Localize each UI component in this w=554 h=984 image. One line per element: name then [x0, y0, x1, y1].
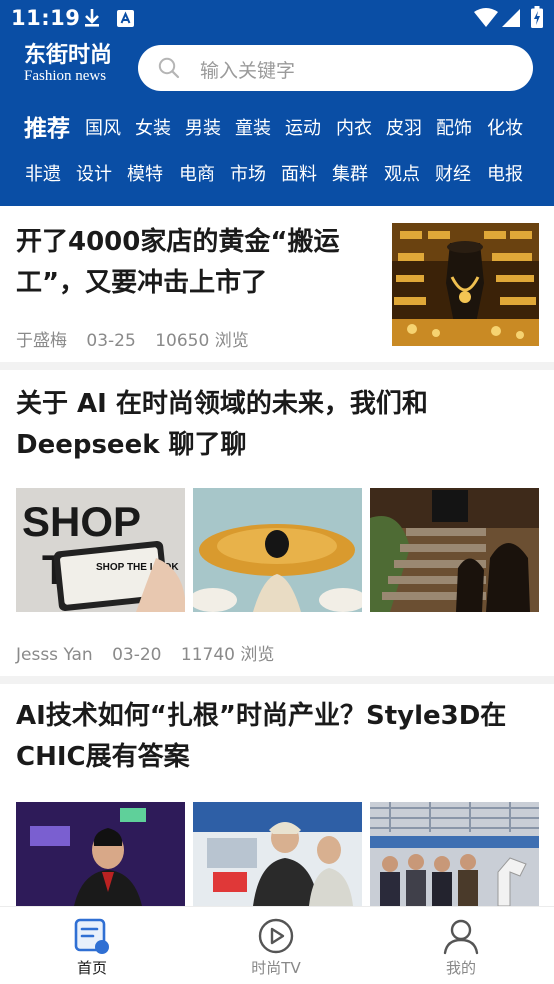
article-card[interactable]: AI技术如何“扎根”时尚产业？Style3D在 CHIC展有答案	[0, 684, 554, 906]
category-tab[interactable]: 男装	[185, 109, 221, 149]
category-tab[interactable]: 财经	[435, 155, 471, 195]
category-tab[interactable]: 内衣	[336, 109, 372, 149]
article-title: 关于 AI 在时尚领域的未来，我们和 Deepseek 聊了聊	[16, 384, 546, 466]
article-author: Jesss Yan	[16, 645, 93, 665]
news-icon	[74, 918, 109, 954]
brand-logo[interactable]: 东街时尚 Fashion news	[24, 42, 126, 86]
download-icon	[85, 9, 99, 27]
tab-profile[interactable]: 我的	[401, 907, 521, 984]
article-image	[370, 802, 539, 906]
category-tab[interactable]: 面料	[281, 155, 317, 195]
tab-label: 首页	[76, 959, 107, 977]
article-thumbnail	[392, 223, 539, 346]
battery-icon	[531, 6, 543, 28]
svg-text:SHOP: SHOP	[22, 498, 141, 545]
category-tab[interactable]: 电商	[179, 155, 215, 195]
article-date: 03-25	[86, 331, 136, 351]
tab-label: 时尚TV	[251, 959, 301, 977]
article-card[interactable]: 关于 AI 在时尚领域的未来，我们和 Deepseek 聊了聊 SHOP THE…	[0, 370, 554, 676]
app-store-icon	[117, 10, 134, 27]
category-row-1: 推荐 国风 女装 男装 童装 运动 内衣 皮羽 配饰 化妆	[0, 109, 554, 149]
user-icon	[443, 919, 479, 955]
article-views: 11740 浏览	[180, 645, 275, 665]
article-image	[193, 802, 362, 906]
brand-name-cn: 东街时尚	[24, 42, 113, 68]
article-card[interactable]: 开了4000家店的黄金“搬运 工”，又要冲击上市了 于盛梅 03-25 1065…	[0, 206, 554, 362]
bottom-tab-bar: 首页 时尚TV 我的	[0, 906, 554, 984]
article-image	[16, 802, 185, 906]
article-title: AI技术如何“扎根”时尚产业？Style3D在 CHIC展有答案	[16, 696, 546, 778]
tab-fashion-tv[interactable]: 时尚TV	[216, 907, 336, 984]
article-meta: Jesss Yan 03-20 11740 浏览	[16, 640, 288, 665]
article-title: 开了4000家店的黄金“搬运 工”，又要冲击上市了	[16, 222, 376, 304]
category-tab[interactable]: 观点	[384, 155, 420, 195]
article-image	[193, 488, 362, 612]
category-tab[interactable]: 化妆	[487, 109, 523, 149]
article-date: 03-20	[112, 645, 162, 665]
article-meta: 于盛梅 03-25 10650 浏览	[16, 326, 263, 351]
article-image: SHOP THE SHOP THE LOOK	[16, 488, 185, 612]
category-tab[interactable]: 市场	[230, 155, 266, 195]
tab-label: 我的	[445, 959, 476, 977]
signal-icon	[502, 9, 520, 27]
category-tab[interactable]: 运动	[285, 109, 321, 149]
category-tab[interactable]: 电报	[487, 155, 523, 195]
play-icon	[258, 918, 294, 954]
search-input[interactable]: 输入关键字	[138, 45, 533, 91]
article-title-line: 工”，又要冲击上市了	[16, 268, 268, 298]
search-placeholder: 输入关键字	[200, 60, 296, 82]
category-tab[interactable]: 设计	[76, 155, 112, 195]
category-tab[interactable]: 国风	[85, 109, 121, 149]
category-tab[interactable]: 童装	[235, 109, 271, 149]
category-tab[interactable]: 模特	[127, 155, 163, 195]
category-tab[interactable]: 皮羽	[386, 109, 422, 149]
category-tab[interactable]: 配饰	[436, 109, 472, 149]
search-icon	[158, 57, 180, 79]
tab-home[interactable]: 首页	[32, 907, 152, 984]
wifi-icon	[474, 8, 498, 27]
article-title-line: Deepseek 聊了聊	[16, 430, 247, 460]
app-header: 11:19 东街时尚 Fashion news 输入关键字 推荐 国风 女装 男…	[0, 0, 554, 206]
article-title-line: 关于 AI 在时尚领域的未来，我们和	[16, 389, 428, 419]
status-bar: 11:19	[0, 0, 554, 36]
article-author: 于盛梅	[16, 331, 67, 351]
category-row-2: 非遗 设计 模特 电商 市场 面料 集群 观点 财经 电报	[0, 155, 554, 195]
article-title-line: AI技术如何“扎根”时尚产业？Style3D在	[16, 701, 507, 731]
status-time: 11:19	[11, 6, 81, 30]
article-title-line: CHIC展有答案	[16, 742, 190, 772]
article-views: 10650 浏览	[155, 331, 249, 351]
category-tab[interactable]: 女装	[135, 109, 171, 149]
article-image	[370, 488, 539, 612]
category-tab[interactable]: 非遗	[25, 155, 61, 195]
brand-name-en: Fashion news	[24, 68, 107, 84]
category-tab[interactable]: 集群	[332, 155, 368, 195]
category-tab-recommend[interactable]: 推荐	[24, 109, 70, 149]
article-title-line: 开了4000家店的黄金“搬运	[16, 227, 340, 257]
